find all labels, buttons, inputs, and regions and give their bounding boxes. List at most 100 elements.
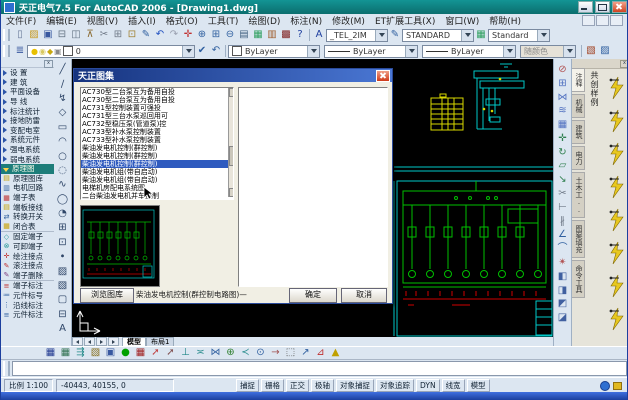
atlas-list-item[interactable]: AC731型控制装置可强投 [81, 104, 233, 112]
layer-plot-icon[interactable]: ▣ [54, 47, 62, 56]
point-icon[interactable]: ∙ [56, 250, 70, 264]
sidebar-command[interactable]: ≡ 元件标注 [1, 310, 54, 320]
layer-properties-manager-icon[interactable]: ≣ [13, 44, 27, 58]
undo-icon[interactable]: ↶ [153, 28, 167, 42]
sidebar-group[interactable]: 导 线 [1, 97, 54, 107]
sidebar-group[interactable]: 变配电室 [1, 126, 54, 136]
menu-item[interactable]: 标注(N) [285, 14, 327, 27]
close-icon[interactable]: x [620, 60, 628, 68]
spline-icon[interactable]: ∿ [56, 178, 70, 192]
atlas-list-item[interactable]: 柴油发电机控制(群控制) [81, 160, 233, 168]
sidebar-command[interactable]: ✛ 绘注接点 [1, 251, 54, 261]
ok-button[interactable]: 确定 [289, 288, 337, 303]
mirror-icon[interactable]: ⋈ [556, 91, 570, 105]
circle-icon[interactable]: ○ [56, 149, 70, 163]
atlas-list-item[interactable]: 柴油发电机控制(群控制) [81, 144, 233, 152]
scroll-down-icon[interactable] [229, 188, 234, 197]
copy-icon[interactable]: ⊞ [556, 77, 570, 91]
tz-toolbar-icon-1[interactable]: ▦ [43, 346, 58, 360]
tz-toolbar-icon-5[interactable]: ▣ [103, 346, 118, 360]
open-icon[interactable]: ▨ [27, 28, 41, 42]
text-style-icon[interactable]: A [312, 28, 326, 42]
menu-item[interactable]: 文件(F) [1, 14, 41, 27]
status-toggle[interactable]: 极轴 [311, 379, 334, 392]
help-icon[interactable]: ? [293, 28, 307, 42]
menu-item[interactable]: 格式(O) [161, 14, 203, 27]
chevron-down-icon[interactable] [537, 30, 549, 41]
draworder-back-icon[interactable]: ◨ [556, 284, 570, 298]
mtext-icon[interactable]: A [56, 322, 70, 336]
mdi-minimize-button[interactable] [582, 15, 595, 26]
menu-item[interactable]: 窗口(W) [440, 14, 484, 27]
palette-tab[interactable]: 机械 [572, 94, 585, 118]
sidebar-group[interactable]: 标注统计 [1, 106, 54, 116]
menu-item[interactable]: 编辑(E) [41, 14, 82, 27]
sidebar-command[interactable]: ⇄ 转换开关 [1, 212, 54, 222]
rectangle-icon[interactable]: ▭ [56, 121, 70, 135]
break-icon[interactable]: ∦ [556, 215, 570, 229]
tz-toolbar-icon-3[interactable]: ⇶ [73, 346, 88, 360]
rotate-icon[interactable]: ↻ [556, 146, 570, 160]
arc-icon[interactable]: ◠ [56, 135, 70, 149]
layer-on-icon[interactable]: ● [31, 47, 38, 56]
menu-item[interactable]: 视图(V) [82, 14, 123, 27]
tz-toolbar-icon-13[interactable]: ⊕ [223, 346, 238, 360]
sidebar-group[interactable]: 强电系统 [1, 145, 54, 155]
tz-toolbar-icon-12[interactable]: ⋈ [208, 346, 223, 360]
sidebar-command[interactable]: ▤ 端板接线 [1, 202, 54, 212]
atlas-list-item[interactable]: 柴油发电机控制(群控制) [81, 152, 233, 160]
sidebar-command[interactable]: ▥ 电机回路 [1, 183, 54, 193]
print-icon[interactable]: ⊟ [55, 28, 69, 42]
sidebar-command[interactable]: ≔ 元件标号 [1, 291, 54, 301]
menu-item[interactable]: ET扩展工具(X) [370, 14, 440, 27]
atlas-list-item[interactable]: 柴油发电机组(带自启动) [81, 168, 233, 176]
make-block-icon[interactable]: ⊡ [56, 236, 70, 250]
offset-icon[interactable]: ≋ [556, 104, 570, 118]
chevron-down-icon[interactable] [405, 46, 417, 57]
table-icon[interactable]: ⊟ [56, 308, 70, 322]
communication-center-icon[interactable] [600, 381, 610, 391]
scale-indicator[interactable]: 比例 1:100 [4, 379, 53, 392]
atlas-list-item[interactable]: AC732型稳压泵(管道泵)控 [81, 120, 233, 128]
command-line-grip[interactable] [3, 361, 10, 376]
publish-icon[interactable]: ⊼ [83, 28, 97, 42]
extend-icon[interactable]: ⊢ [556, 201, 570, 215]
draworder-under-icon[interactable]: ◪ [556, 311, 570, 325]
status-toggle[interactable]: DYN [416, 379, 440, 392]
atlas-list-item[interactable]: AC731型三台水泵巡回用可 [81, 112, 233, 120]
sidebar-group[interactable]: 接地防雷 [1, 116, 54, 126]
close-button[interactable] [612, 1, 627, 13]
toolpalettes-icon[interactable]: ▥ [265, 28, 279, 42]
designcenter-icon[interactable]: ▦ [251, 28, 265, 42]
scroll-up-icon[interactable] [229, 88, 234, 97]
ellipse-icon[interactable]: ◯ [56, 193, 70, 207]
sidebar-command[interactable]: ✎ 端子删除 [1, 270, 54, 280]
layout-tab[interactable]: 布局1 [146, 337, 174, 346]
tz-toolbar-icon-18[interactable]: ↗ [298, 346, 313, 360]
properties-icon[interactable]: ▤ [237, 28, 251, 42]
explode-icon[interactable]: ✴ [556, 256, 570, 270]
layout-tab[interactable]: 模型 [122, 337, 146, 346]
atlas-list-item[interactable]: 柴油发电机组(带自启动) [81, 176, 233, 184]
dialog-title-bar[interactable]: 天正图集 [74, 69, 392, 82]
new-icon[interactable]: ▯ [13, 28, 27, 42]
tz-toolbar-icon-14[interactable]: ≺ [238, 346, 253, 360]
calculator-icon[interactable]: ▩ [279, 28, 293, 42]
atlas-list-item[interactable]: AC730型二台泵互为备用自投 [81, 88, 233, 96]
save-icon[interactable]: ▣ [41, 28, 55, 42]
match-properties-icon[interactable]: ✎ [139, 28, 153, 42]
toolbar-lock-icon[interactable] [613, 382, 622, 390]
dim-style-icon[interactable]: ✎ [388, 28, 402, 42]
command-input[interactable] [12, 361, 627, 376]
trim-icon[interactable]: ✂ [556, 187, 570, 201]
mdi-restore-button[interactable] [596, 15, 609, 26]
linetype-combo[interactable]: ByLayer [324, 45, 418, 58]
sidebar-group[interactable]: 平面设备 [1, 87, 54, 97]
close-icon[interactable]: x [44, 60, 53, 68]
cut-icon[interactable]: ✂ [97, 28, 111, 42]
status-toggle[interactable]: 线宽 [442, 379, 465, 392]
tz-toolbar-icon-11[interactable]: ≍ [193, 346, 208, 360]
tz-toolbar-icon-7[interactable]: ▦ [133, 346, 148, 360]
draworder-above-icon[interactable]: ◩ [556, 298, 570, 312]
tz-toolbar-icon-10[interactable]: ⊥ [178, 346, 193, 360]
